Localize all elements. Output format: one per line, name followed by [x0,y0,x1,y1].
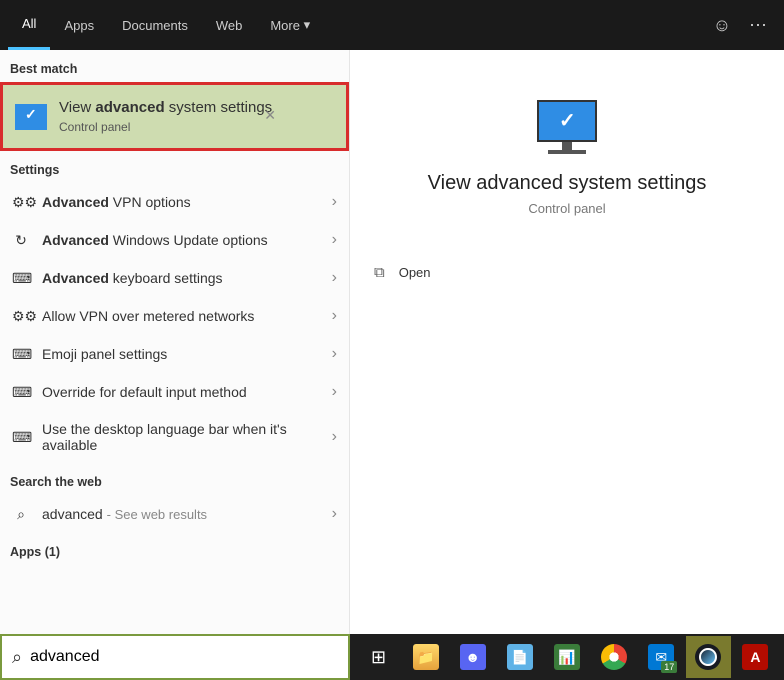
preview-subtitle: Control panel [370,201,764,216]
best-match-title: View advanced system settings [59,99,334,116]
settings-item-icon: ⌨ [12,270,30,287]
taskbar-file-explorer[interactable]: 📁 [403,636,448,678]
settings-result[interactable]: ⚙⚙ Allow VPN over metered networks › [0,297,349,335]
settings-result[interactable]: ⚙⚙ Advanced VPN options › [0,183,349,221]
settings-item-label: Emoji panel settings [42,346,320,362]
settings-item-icon: ⌨ [12,429,30,446]
settings-item-icon: ⚙⚙ [12,308,30,325]
open-icon: ⧉ [374,264,385,281]
settings-item-label: Advanced VPN options [42,194,320,210]
settings-item-label: Advanced Windows Update options [42,232,320,248]
search-filter-tabs: All Apps Documents Web More ▾ ☺ ⋯ [0,0,784,50]
section-apps: Apps (1) [0,533,349,565]
tab-apps[interactable]: Apps [50,0,108,50]
chevron-right-icon: › [332,428,337,446]
feedback-icon[interactable]: ☺ [704,0,740,50]
section-search-web: Search the web [0,463,349,495]
close-icon[interactable]: ✕ [264,107,276,124]
chevron-right-icon: › [332,505,337,523]
chevron-right-icon: › [332,307,337,325]
settings-item-icon: ⌨ [12,346,30,363]
settings-item-icon: ⚙⚙ [12,194,30,211]
tab-documents[interactable]: Documents [108,0,202,50]
chevron-right-icon: › [332,383,337,401]
taskbar-notepad[interactable]: 📄 [497,636,542,678]
preview-icon: View advanced system settings Control pa… [370,100,764,216]
taskbar-task-manager[interactable]: 📊 [544,636,589,678]
chevron-right-icon: › [332,269,337,287]
section-settings: Settings [0,151,349,183]
settings-item-icon: ⌨ [12,384,30,401]
settings-result[interactable]: ⌨ Override for default input method › [0,373,349,411]
taskbar-steam[interactable] [686,636,731,678]
settings-item-label: Override for default input method [42,384,320,400]
tab-web[interactable]: Web [202,0,257,50]
preview-pane: View advanced system settings Control pa… [350,50,784,634]
results-pane: Best match View advanced system settings… [0,50,350,634]
settings-item-label: Use the desktop language bar when it's a… [42,421,320,453]
taskbar-mail[interactable]: ✉17 [639,636,684,678]
search-box[interactable]: ⌕ [0,634,350,680]
taskbar-discord[interactable]: ☻ [450,636,495,678]
tab-all[interactable]: All [8,0,50,50]
best-match-result[interactable]: View advanced system settings Control pa… [0,82,349,151]
tab-more[interactable]: More ▾ [256,0,324,50]
search-icon: ⌕ [12,647,22,668]
settings-item-label: Advanced keyboard settings [42,270,320,286]
search-input[interactable] [22,648,338,666]
chevron-right-icon: › [332,193,337,211]
settings-item-icon: ↻ [12,232,30,249]
taskbar: ⊞ 📁 ☻ 📄 📊 ✉17 A [350,634,784,680]
settings-item-label: Allow VPN over metered networks [42,308,320,324]
settings-result[interactable]: ⌨ Emoji panel settings › [0,335,349,373]
preview-title: View advanced system settings [370,172,764,195]
section-best-match: Best match [0,50,349,82]
more-options-icon[interactable]: ⋯ [740,0,776,50]
settings-result[interactable]: ⌨ Advanced keyboard settings › [0,259,349,297]
settings-result[interactable]: ↻ Advanced Windows Update options › [0,221,349,259]
chevron-right-icon: › [332,345,337,363]
system-settings-icon [15,104,47,130]
search-icon: ⌕ [12,506,30,523]
task-view-button[interactable]: ⊞ [356,636,401,678]
settings-result[interactable]: ⌨ Use the desktop language bar when it's … [0,411,349,463]
best-match-subtitle: Control panel [59,120,334,134]
chevron-right-icon: › [332,231,337,249]
taskbar-chrome[interactable] [592,636,637,678]
taskbar-adobe-reader[interactable]: A [733,636,778,678]
web-search-result[interactable]: ⌕ advanced - See web results › [0,495,349,533]
open-action[interactable]: ⧉ Open [370,256,764,289]
